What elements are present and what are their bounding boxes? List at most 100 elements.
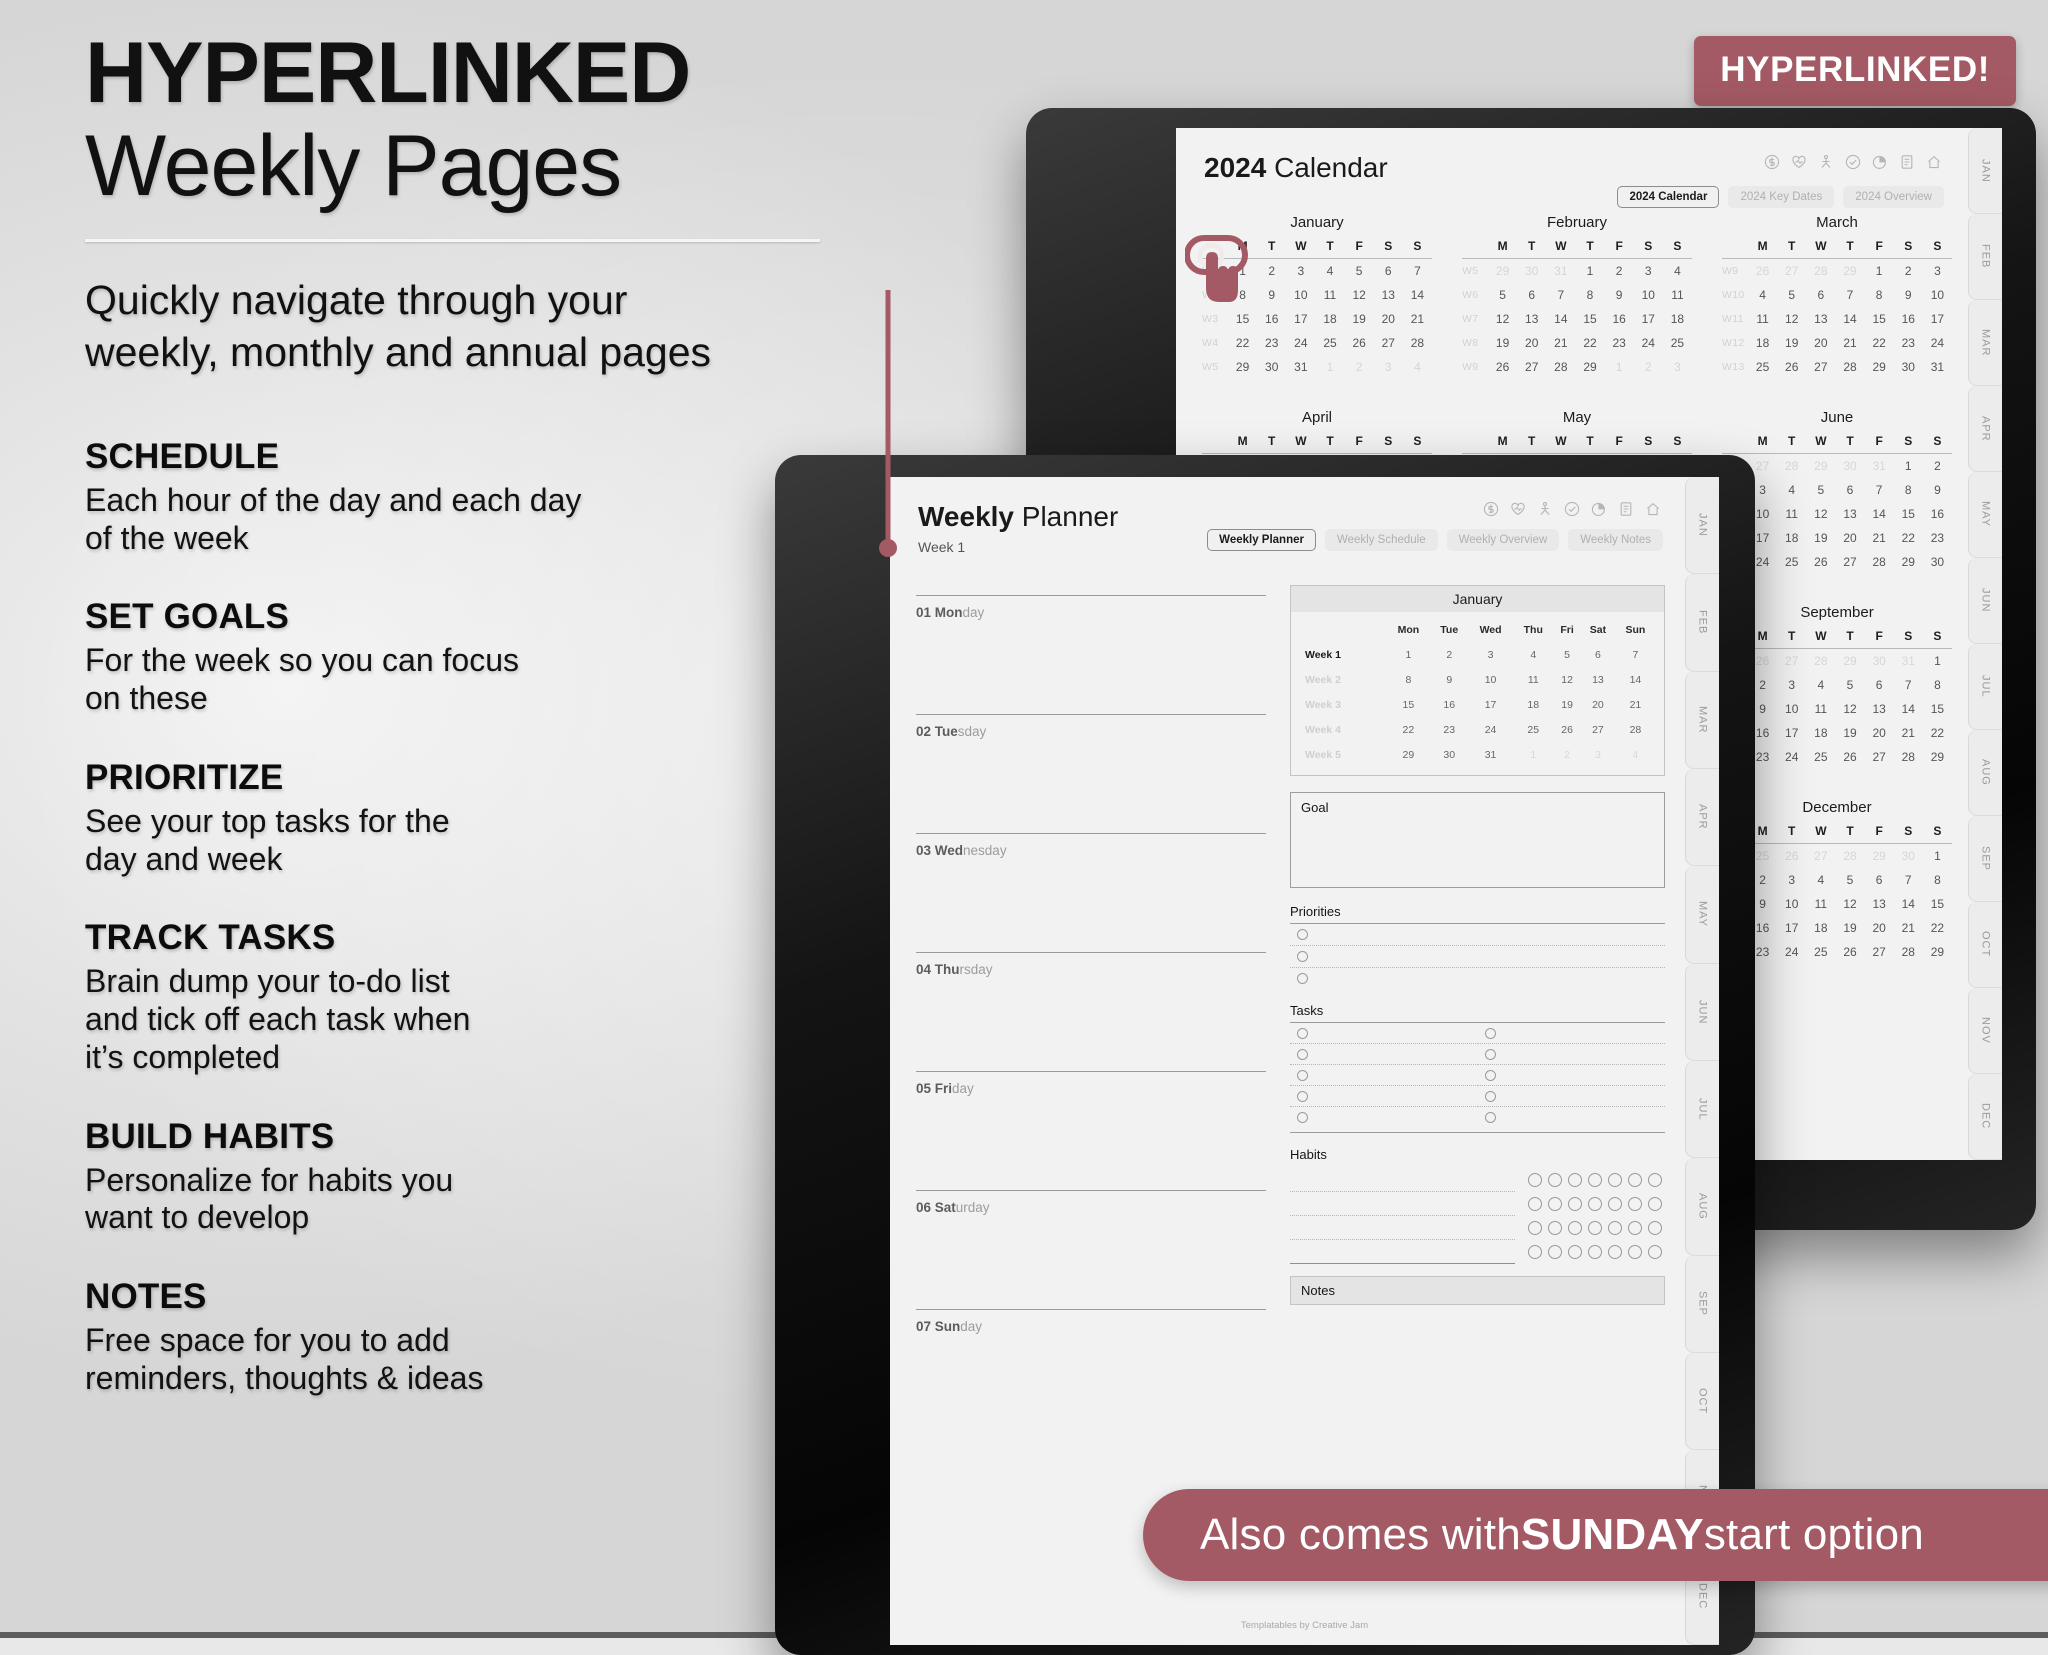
day-cell[interactable]: 25 xyxy=(1748,355,1777,379)
day-cell[interactable]: 30 xyxy=(1431,742,1468,767)
day-cell[interactable]: 29 xyxy=(1865,355,1894,379)
day-cell[interactable]: 7 xyxy=(1546,283,1575,307)
day-cell[interactable]: 30 xyxy=(1517,259,1546,284)
day-cell[interactable]: 27 xyxy=(1835,550,1864,574)
day-cell[interactable]: 16 xyxy=(1431,692,1468,717)
day-cell[interactable]: 22 xyxy=(1923,916,1952,940)
day-cell[interactable]: 25 xyxy=(1806,940,1835,964)
day-cell[interactable]: 4 xyxy=(1403,355,1432,379)
day-cell[interactable]: 22 xyxy=(1575,331,1604,355)
day-cell[interactable]: 5 xyxy=(1553,642,1581,667)
budget-icon[interactable] xyxy=(1483,501,1499,517)
side-tab-may[interactable]: MAY xyxy=(1685,866,1719,964)
day-cell[interactable]: 25 xyxy=(1513,717,1553,742)
priority-row[interactable] xyxy=(1290,968,1665,989)
day-cell[interactable]: 21 xyxy=(1865,526,1894,550)
day-cell[interactable]: 19 xyxy=(1553,692,1581,717)
day-cell[interactable]: 15 xyxy=(1575,307,1604,331)
day-cell[interactable]: 11 xyxy=(1777,502,1806,526)
day-cell[interactable]: 30 xyxy=(1894,355,1923,379)
day-cell[interactable]: 9 xyxy=(1431,667,1468,692)
day-cell[interactable]: 8 xyxy=(1575,283,1604,307)
side-tab-oct[interactable]: OCT xyxy=(1685,1352,1719,1451)
day-cell[interactable]: 31 xyxy=(1468,742,1514,767)
day-cell[interactable]: 2 xyxy=(1257,259,1286,284)
calendar-month-side-tabs[interactable]: JAN FEB MAR APR MAY JUN JUL AUG SEP OCT NOV DEC xyxy=(1968,128,2002,1160)
week-label[interactable]: Week 1 xyxy=(1299,642,1386,667)
chart-icon[interactable] xyxy=(1872,154,1888,170)
day-cell[interactable]: 13 xyxy=(1806,307,1835,331)
priority-checkbox[interactable] xyxy=(1297,929,1308,940)
tab-weekly-notes[interactable]: Weekly Notes xyxy=(1568,529,1663,551)
day-cell[interactable]: 27 xyxy=(1806,844,1835,869)
day-cell[interactable]: 16 xyxy=(1894,307,1923,331)
habit-checkbox[interactable] xyxy=(1648,1221,1662,1235)
day-cell[interactable]: 10 xyxy=(1923,283,1952,307)
day-cell[interactable]: 3 xyxy=(1286,259,1315,284)
notes-icon[interactable] xyxy=(1618,501,1634,517)
day-cell[interactable]: 9 xyxy=(1894,283,1923,307)
day-cell[interactable]: 25 xyxy=(1806,745,1835,769)
day-cell[interactable]: 31 xyxy=(1865,454,1894,479)
task-checkbox[interactable] xyxy=(1484,1048,1496,1060)
day-cell[interactable]: 21 xyxy=(1615,692,1656,717)
day-cell[interactable]: 7 xyxy=(1403,259,1432,284)
day-cell[interactable]: 7 xyxy=(1615,642,1656,667)
day-cell[interactable]: 1 xyxy=(1575,259,1604,284)
day-cell[interactable]: 9 xyxy=(1257,283,1286,307)
tab-2024-calendar[interactable]: 2024 Calendar xyxy=(1617,186,1720,208)
day-cell[interactable]: 17 xyxy=(1634,307,1663,331)
task-checkbox[interactable] xyxy=(1297,1112,1308,1123)
day-cell[interactable]: 19 xyxy=(1488,331,1517,355)
task-row[interactable] xyxy=(1290,1086,1478,1107)
habit-checkbox[interactable] xyxy=(1568,1245,1582,1259)
chart-icon[interactable] xyxy=(1591,501,1607,517)
day-cell[interactable]: 3 xyxy=(1777,673,1806,697)
side-tab-feb[interactable]: FEB xyxy=(1968,214,2002,300)
day-cell[interactable]: 26 xyxy=(1488,355,1517,379)
habit-checkbox[interactable] xyxy=(1588,1245,1602,1259)
habit-checkbox[interactable] xyxy=(1548,1197,1562,1211)
habit-checkbox[interactable] xyxy=(1528,1245,1542,1259)
day-cell[interactable]: 6 xyxy=(1865,673,1894,697)
day-cell[interactable]: 8 xyxy=(1894,478,1923,502)
day-cell[interactable]: 24 xyxy=(1777,745,1806,769)
day-cell[interactable]: 22 xyxy=(1923,721,1952,745)
planner-tab-row[interactable]: Weekly Planner Weekly Schedule Weekly Over… xyxy=(1207,529,1663,551)
day-cell[interactable]: 10 xyxy=(1286,283,1315,307)
day-cell[interactable]: 28 xyxy=(1806,649,1835,674)
day-cell[interactable]: 30 xyxy=(1835,454,1864,479)
day-cell[interactable]: 27 xyxy=(1777,259,1806,284)
task-row[interactable] xyxy=(1477,1023,1665,1044)
day-cell[interactable]: 6 xyxy=(1865,868,1894,892)
habit-checkbox[interactable] xyxy=(1528,1221,1542,1235)
day-cell[interactable]: 19 xyxy=(1835,721,1864,745)
day-cell[interactable]: 21 xyxy=(1546,331,1575,355)
day-cell[interactable]: 13 xyxy=(1517,307,1546,331)
day-cell[interactable]: 10 xyxy=(1634,283,1663,307)
task-checkbox[interactable] xyxy=(1484,1090,1496,1102)
day-cell[interactable]: 28 xyxy=(1806,259,1835,284)
day-cell[interactable]: 12 xyxy=(1488,307,1517,331)
task-row[interactable] xyxy=(1290,1044,1478,1065)
day-cell[interactable]: 11 xyxy=(1513,667,1553,692)
notes-box[interactable]: Notes xyxy=(1290,1276,1665,1305)
task-row[interactable] xyxy=(1478,1107,1666,1128)
day-cell[interactable]: 5 xyxy=(1345,259,1374,284)
month-week-row[interactable]: Week 4 22 23 24 25 26 27 28 xyxy=(1299,717,1656,742)
day-cell[interactable]: 22 xyxy=(1894,526,1923,550)
side-tab-sep[interactable]: SEP xyxy=(1968,816,2002,902)
day-cell[interactable]: 26 xyxy=(1553,717,1581,742)
day-cell[interactable]: 1 xyxy=(1386,642,1431,667)
day-entry-block[interactable]: 05 Friday xyxy=(916,1071,1266,1190)
task-checkbox[interactable] xyxy=(1297,1090,1308,1102)
day-cell[interactable]: 17 xyxy=(1777,721,1806,745)
habit-checkbox[interactable] xyxy=(1608,1197,1622,1211)
day-cell[interactable]: 25 xyxy=(1315,331,1344,355)
day-cell[interactable]: 30 xyxy=(1257,355,1286,379)
day-cell[interactable]: 7 xyxy=(1865,478,1894,502)
day-cell[interactable]: 29 xyxy=(1835,649,1864,674)
day-cell[interactable]: 31 xyxy=(1546,259,1575,284)
budget-icon[interactable] xyxy=(1764,154,1780,170)
day-cell[interactable]: 31 xyxy=(1894,649,1923,674)
